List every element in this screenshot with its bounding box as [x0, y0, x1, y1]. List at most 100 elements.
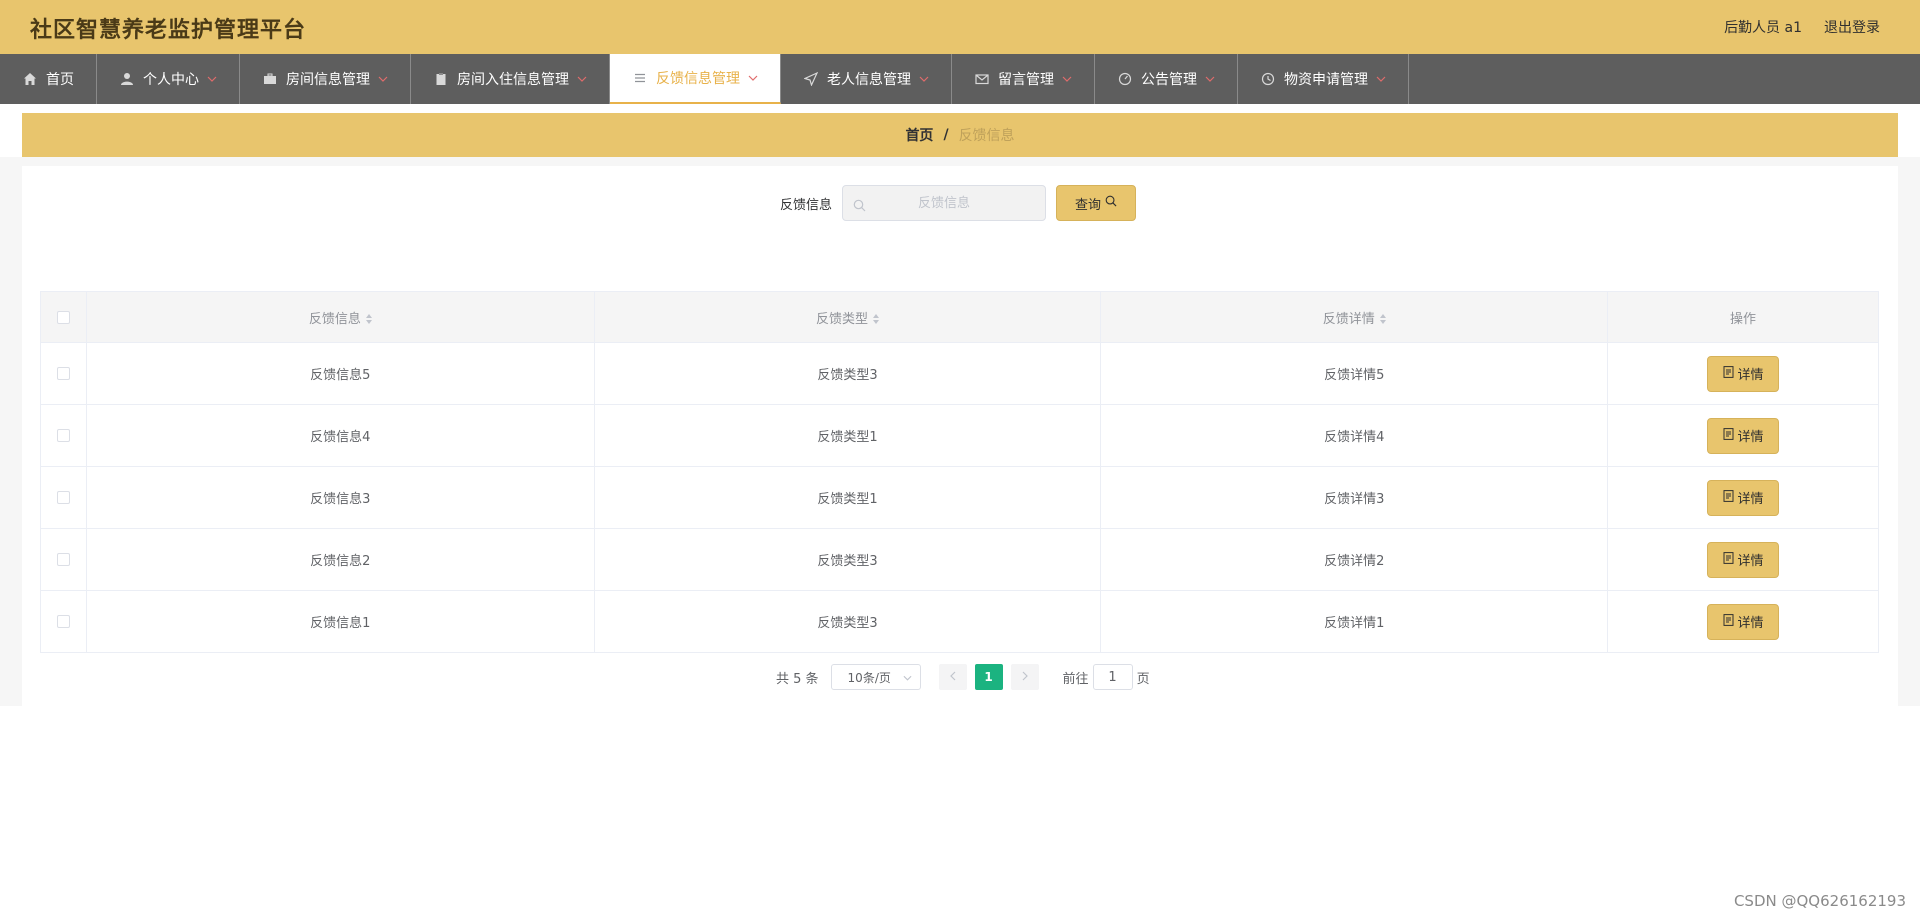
- nav-item-feedback[interactable]: 反馈信息管理: [610, 54, 781, 104]
- cell-actions: 详情: [1607, 342, 1879, 405]
- detail-button[interactable]: 详情: [1707, 541, 1780, 578]
- search-row: 反馈信息 查询: [780, 185, 1137, 221]
- nav-label: 房间信息管理: [286, 72, 370, 88]
- document-icon: [1723, 489, 1734, 506]
- document-icon: [1723, 613, 1734, 630]
- send-icon: [803, 71, 819, 87]
- watermark: CSDN @QQ626162193: [1733, 892, 1906, 910]
- breadcrumb: 首页 / 反馈信息: [22, 113, 1898, 157]
- row-check-cell: [40, 466, 87, 529]
- detail-button-label: 详情: [1737, 492, 1764, 507]
- nav-item-elder-info[interactable]: 老人信息管理: [781, 54, 952, 104]
- goto-page: 前往 页: [1063, 664, 1150, 690]
- next-page-button[interactable]: [1010, 664, 1039, 690]
- chevron-down-icon: [919, 76, 929, 82]
- table-row: 反馈信息3 反馈类型1 反馈详情3 详情: [40, 466, 1879, 529]
- detail-button[interactable]: 详情: [1707, 417, 1780, 454]
- cell-type: 反馈类型3: [593, 528, 1102, 591]
- sort-icon[interactable]: [1379, 314, 1386, 324]
- search-input[interactable]: [843, 186, 1046, 220]
- column-header-label: 反馈类型: [816, 311, 869, 327]
- detail-button[interactable]: 详情: [1707, 355, 1780, 392]
- row-checkbox[interactable]: [56, 429, 70, 442]
- breadcrumb-separator: /: [943, 127, 949, 143]
- home-icon: [22, 71, 38, 87]
- row-checkbox[interactable]: [56, 553, 70, 566]
- goto-page-input[interactable]: [1092, 664, 1133, 690]
- prev-page-button[interactable]: [938, 664, 967, 690]
- detail-button-label: 详情: [1737, 368, 1764, 383]
- select-all-checkbox[interactable]: [56, 310, 70, 324]
- search-icon: [853, 197, 866, 216]
- nav-label: 房间入住信息管理: [457, 72, 569, 88]
- nav-label: 个人中心: [143, 72, 199, 88]
- nav-item-supply-requests[interactable]: 物资申请管理: [1238, 54, 1409, 104]
- column-header-actions: 操作: [1607, 291, 1879, 343]
- cell-detail: 反馈详情4: [1100, 404, 1609, 467]
- goto-prefix: 前往: [1062, 671, 1089, 687]
- row-checkbox[interactable]: [56, 491, 70, 504]
- chevron-down-icon: [378, 76, 388, 82]
- page-size-select[interactable]: 10条/页: [830, 664, 921, 690]
- row-check-cell: [40, 342, 87, 405]
- cell-actions: 详情: [1607, 590, 1879, 653]
- table-row: 反馈信息2 反馈类型3 反馈详情2 详情: [40, 528, 1879, 591]
- cell-type: 反馈类型3: [593, 342, 1102, 405]
- cell-actions: 详情: [1607, 404, 1879, 467]
- cell-actions: 详情: [1607, 528, 1879, 591]
- document-icon: [1723, 365, 1734, 382]
- current-user: 后勤人员 a1: [1724, 20, 1802, 36]
- column-header-label: 反馈信息: [308, 311, 361, 327]
- nav-label: 老人信息管理: [827, 72, 911, 88]
- breadcrumb-home[interactable]: 首页: [905, 125, 933, 145]
- column-header-detail[interactable]: 反馈详情: [1100, 291, 1609, 343]
- cell-type: 反馈类型1: [593, 404, 1102, 467]
- person-icon: [119, 71, 135, 87]
- cell-info: 反馈信息5: [85, 342, 595, 405]
- chevron-right-icon: [1022, 670, 1028, 685]
- detail-button-label: 详情: [1737, 554, 1764, 569]
- chevron-left-icon: [949, 670, 956, 685]
- search-label: 反馈信息: [780, 197, 833, 213]
- clipboard-icon: [433, 71, 449, 87]
- nav-item-personal-center[interactable]: 个人中心: [97, 54, 240, 104]
- search-icon: [1105, 195, 1117, 211]
- menu-icon: [632, 70, 648, 86]
- sort-icon[interactable]: [365, 314, 372, 324]
- sort-icon[interactable]: [873, 314, 880, 324]
- row-checkbox[interactable]: [56, 367, 70, 380]
- gauge-icon: [1117, 71, 1133, 87]
- row-checkbox[interactable]: [56, 615, 70, 628]
- cell-type: 反馈类型1: [593, 466, 1102, 529]
- cell-detail: 反馈详情2: [1100, 528, 1609, 591]
- nav-item-room-checkin[interactable]: 房间入住信息管理: [411, 54, 610, 104]
- column-header-label: 操作: [1730, 311, 1757, 327]
- clock-icon: [1260, 71, 1276, 87]
- logout-link[interactable]: 退出登录: [1824, 17, 1880, 37]
- detail-button[interactable]: 详情: [1707, 603, 1780, 640]
- page-number-current[interactable]: 1: [974, 664, 1003, 690]
- nav-item-announcements[interactable]: 公告管理: [1095, 54, 1238, 104]
- column-header-label: 反馈详情: [1322, 311, 1375, 327]
- cell-detail: 反馈详情1: [1100, 590, 1609, 653]
- mail-icon: [974, 71, 990, 87]
- query-button[interactable]: 查询: [1056, 185, 1137, 221]
- nav-label: 物资申请管理: [1284, 72, 1368, 88]
- chevron-down-icon: [1376, 76, 1386, 82]
- nav-item-room-info[interactable]: 房间信息管理: [240, 54, 411, 104]
- document-icon: [1723, 427, 1734, 444]
- nav-item-messages[interactable]: 留言管理: [952, 54, 1095, 104]
- row-check-cell: [40, 528, 87, 591]
- column-header-info[interactable]: 反馈信息: [85, 291, 595, 343]
- column-header-type[interactable]: 反馈类型: [593, 291, 1102, 343]
- document-icon: [1723, 551, 1734, 568]
- detail-button-label: 详情: [1737, 616, 1764, 631]
- table-row: 反馈信息5 反馈类型3 反馈详情5 详情: [40, 342, 1879, 405]
- detail-button[interactable]: 详情: [1707, 479, 1780, 516]
- nav-label: 留言管理: [998, 72, 1054, 88]
- row-check-cell: [40, 590, 87, 653]
- app-title: 社区智慧养老监护管理平台: [30, 18, 307, 43]
- chevron-down-icon: [903, 670, 912, 684]
- chevron-down-icon: [1062, 76, 1072, 82]
- nav-item-home[interactable]: 首页: [0, 54, 97, 104]
